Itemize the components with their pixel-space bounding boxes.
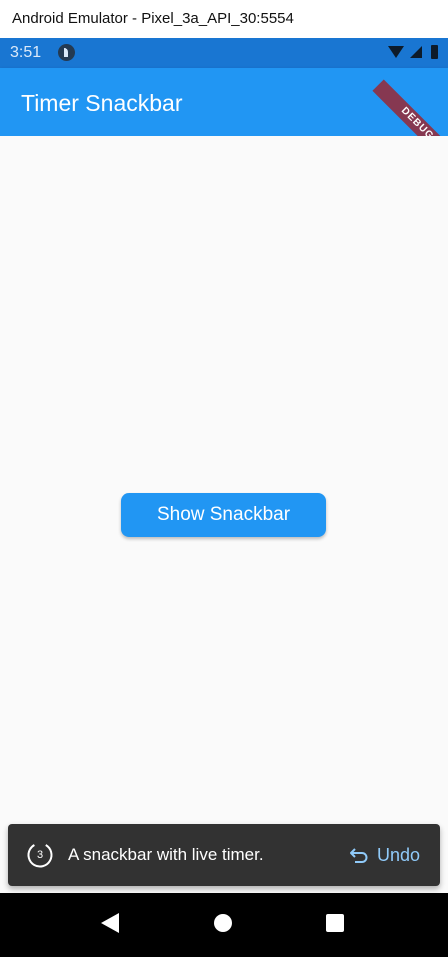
undo-label: Undo — [376, 844, 420, 865]
emulator-window: Android Emulator - Pixel_3a_API_30:5554 … — [0, 0, 448, 957]
back-triangle-icon[interactable] — [101, 913, 119, 933]
countdown-value: 3 — [36, 849, 44, 861]
page-title: Timer Snackbar — [21, 90, 183, 116]
show-snackbar-button[interactable]: Show Snackbar — [121, 493, 326, 537]
countdown-timer: 3 — [26, 841, 54, 869]
emulator-title: Android Emulator - Pixel_3a_API_30:5554 — [12, 10, 294, 27]
snackbar-message: A snackbar with live timer. — [68, 845, 264, 864]
app-bar: Timer Snackbar DEBUG — [0, 68, 448, 169]
status-time: 3:51 — [10, 44, 42, 61]
undo-button[interactable]: Undo — [343, 836, 430, 874]
signal-icon — [410, 46, 422, 58]
snackbar: 3 A snackbar with live timer. Undo — [8, 824, 440, 886]
wifi-icon — [388, 46, 404, 58]
status-bar: 3:51 — [0, 38, 448, 68]
emulator-title-bar: Android Emulator - Pixel_3a_API_30:5554 — [0, 0, 448, 38]
undo-icon — [349, 848, 368, 863]
flutter-p-icon — [58, 44, 75, 61]
battery-icon — [431, 45, 438, 59]
home-circle-icon[interactable] — [214, 914, 232, 932]
recents-square-icon[interactable] — [326, 914, 344, 932]
main-content: Show Snackbar — [0, 136, 448, 893]
navigation-bar — [0, 893, 448, 957]
